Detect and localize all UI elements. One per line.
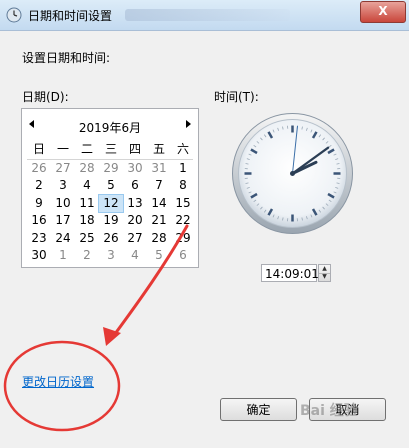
calendar-day[interactable]: 12	[98, 193, 124, 213]
weekday-header: 二	[80, 142, 93, 156]
calendar-day[interactable]: 14	[147, 195, 171, 213]
calendar-day[interactable]: 28	[147, 230, 171, 248]
calendar-day[interactable]: 28	[75, 160, 99, 178]
calendar-day[interactable]: 31	[147, 160, 171, 178]
calendar-day[interactable]: 29	[99, 160, 123, 178]
calendar-day[interactable]: 4	[75, 177, 99, 195]
calendar-day[interactable]: 20	[123, 212, 147, 230]
calendar-day[interactable]: 19	[99, 212, 123, 230]
clock-app-icon	[6, 7, 22, 23]
weekday-header: 六	[176, 142, 189, 156]
weekday-header: 日	[32, 142, 45, 156]
calendar-day[interactable]: 13	[123, 195, 147, 213]
weekday-header-row: 日一二三四五六	[27, 141, 195, 159]
calendar-day[interactable]: 7	[147, 177, 171, 195]
calendar-day[interactable]: 17	[51, 212, 75, 230]
calendar-day[interactable]: 11	[75, 195, 99, 213]
calendar-day[interactable]: 1	[171, 160, 195, 178]
calendar-day[interactable]: 2	[75, 247, 99, 265]
calendar-day[interactable]: 24	[51, 230, 75, 248]
calendar-day[interactable]: 26	[27, 160, 51, 178]
window-title: 日期和时间设置	[28, 9, 113, 23]
calendar-day[interactable]: 5	[147, 247, 171, 265]
calendar-day[interactable]: 25	[75, 230, 99, 248]
weekday-header: 四	[128, 142, 141, 156]
next-month-icon[interactable]	[183, 119, 193, 129]
calendar-day[interactable]: 21	[147, 212, 171, 230]
calendar-week-row: 16 17 18 19 20 21 22	[27, 212, 195, 230]
calendar-month-title[interactable]: 2019年6月	[22, 119, 198, 136]
calendar-day[interactable]: 15	[171, 195, 195, 213]
calendar-day[interactable]: 22	[171, 212, 195, 230]
calendar-day[interactable]: 8	[171, 177, 195, 195]
calendar: 2019年6月 日一二三四五六 26 27 28 29 30 31 1 2 3 4 5 6 7 8 9 10 11…	[21, 108, 199, 268]
calendar-day[interactable]: 9	[27, 195, 51, 213]
calendar-day[interactable]: 6	[171, 247, 195, 265]
calendar-day[interactable]: 29	[171, 230, 195, 248]
analog-clock	[232, 113, 353, 234]
calendar-day[interactable]: 27	[123, 230, 147, 248]
calendar-week-row: 23 24 25 26 27 28 29	[27, 230, 195, 248]
calendar-week-row: 30 1 2 3 4 5 6	[27, 247, 195, 265]
calendar-day[interactable]: 2	[27, 177, 51, 195]
calendar-day[interactable]: 10	[51, 195, 75, 213]
calendar-day[interactable]: 18	[75, 212, 99, 230]
calendar-day[interactable]: 26	[99, 230, 123, 248]
time-label: 时间(T):	[214, 90, 259, 104]
cancel-button[interactable]: 取消	[309, 398, 386, 421]
calendar-day[interactable]: 3	[51, 177, 75, 195]
weekday-header: 五	[152, 142, 165, 156]
blurred-title-text	[125, 9, 290, 21]
title-bar: 日期和时间设置 X	[0, 0, 409, 31]
weekday-header: 一	[56, 142, 69, 156]
calendar-week-row: 9 10 11 12 13 14 15	[27, 193, 195, 213]
calendar-day[interactable]: 30	[123, 160, 147, 178]
calendar-day[interactable]: 4	[123, 247, 147, 265]
calendar-day[interactable]: 23	[27, 230, 51, 248]
calendar-week-row: 26 27 28 29 30 31 1	[27, 160, 195, 178]
calendar-day[interactable]: 1	[51, 247, 75, 265]
calendar-grid: 日一二三四五六 26 27 28 29 30 31 1 2 3 4 5 6 7 8 9 10 11 12 13 14 15…	[27, 141, 195, 265]
calendar-day[interactable]: 30	[27, 247, 51, 265]
change-calendar-settings-link[interactable]: 更改日历设置	[22, 373, 94, 390]
date-label: 日期(D):	[22, 90, 69, 104]
close-button[interactable]: X	[360, 1, 406, 23]
calendar-day[interactable]: 3	[99, 247, 123, 265]
time-input[interactable]: 14:09:01	[261, 264, 319, 282]
calendar-day[interactable]: 27	[51, 160, 75, 178]
weekday-header: 三	[104, 142, 117, 156]
ok-button[interactable]: 确定	[220, 398, 297, 421]
dialog-heading: 设置日期和时间:	[22, 51, 111, 65]
calendar-day[interactable]: 5	[99, 177, 123, 195]
calendar-week-row: 2345678	[27, 177, 195, 195]
spin-down-icon[interactable]: ▼	[319, 273, 330, 281]
calendar-day[interactable]: 6	[123, 177, 147, 195]
calendar-day[interactable]: 16	[27, 212, 51, 230]
time-spinner: ▲ ▼	[318, 264, 331, 282]
